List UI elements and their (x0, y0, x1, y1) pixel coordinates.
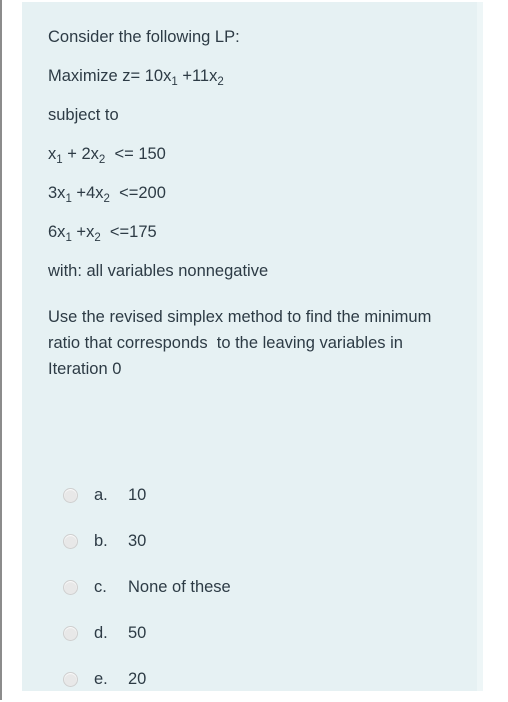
answer-options-list: a. 10 b. 30 c. None of these d. 50 e. 20 (63, 472, 463, 702)
option-letter-d: d. (94, 623, 108, 642)
stem-line-constraint-3: 6x1 +x2 <=175 (48, 223, 157, 244)
radio-button-c[interactable] (63, 579, 78, 595)
question-instruction: Use the revised simplex method to find t… (48, 308, 436, 378)
radio-button-e[interactable] (63, 671, 78, 687)
option-letter-e: e. (94, 669, 108, 688)
radio-button-b[interactable] (63, 533, 78, 549)
option-label-e: 20 (128, 669, 147, 688)
answer-option-a[interactable]: a. 10 (63, 472, 463, 518)
stem-line-constraint-1: x1 + 2x2 <= 150 (48, 145, 166, 166)
stem-line-subject-to: subject to (48, 106, 119, 124)
option-label-a: 10 (128, 485, 147, 504)
radio-button-d[interactable] (63, 625, 78, 641)
answer-option-d[interactable]: d. 50 (63, 610, 463, 656)
option-letter-c: c. (94, 577, 107, 596)
left-edge-rule (0, 0, 2, 700)
question-panel: Consider the following LP: Maximize z= 1… (22, 2, 483, 691)
stem-line-intro: Consider the following LP: (48, 28, 240, 46)
option-label-d: 50 (128, 623, 147, 642)
stem-line-nonnegative: with: all variables nonnegative (48, 262, 269, 280)
stem-line-objective: Maximize z= 10x1 +11x2 (48, 67, 224, 88)
option-label-c: None of these (128, 577, 231, 596)
radio-button-a[interactable] (63, 487, 78, 503)
panel-right-edge-strip (477, 2, 483, 691)
option-letter-b: b. (94, 531, 108, 550)
option-letter-a: a. (94, 485, 108, 504)
answer-option-e[interactable]: e. 20 (63, 656, 463, 702)
answer-option-b[interactable]: b. 30 (63, 518, 463, 564)
answer-option-c[interactable]: c. None of these (63, 564, 463, 610)
stem-line-constraint-2: 3x1 +4x2 <=200 (48, 184, 166, 205)
option-label-b: 30 (128, 531, 147, 550)
question-stem: Consider the following LP: Maximize z= 1… (48, 18, 463, 382)
